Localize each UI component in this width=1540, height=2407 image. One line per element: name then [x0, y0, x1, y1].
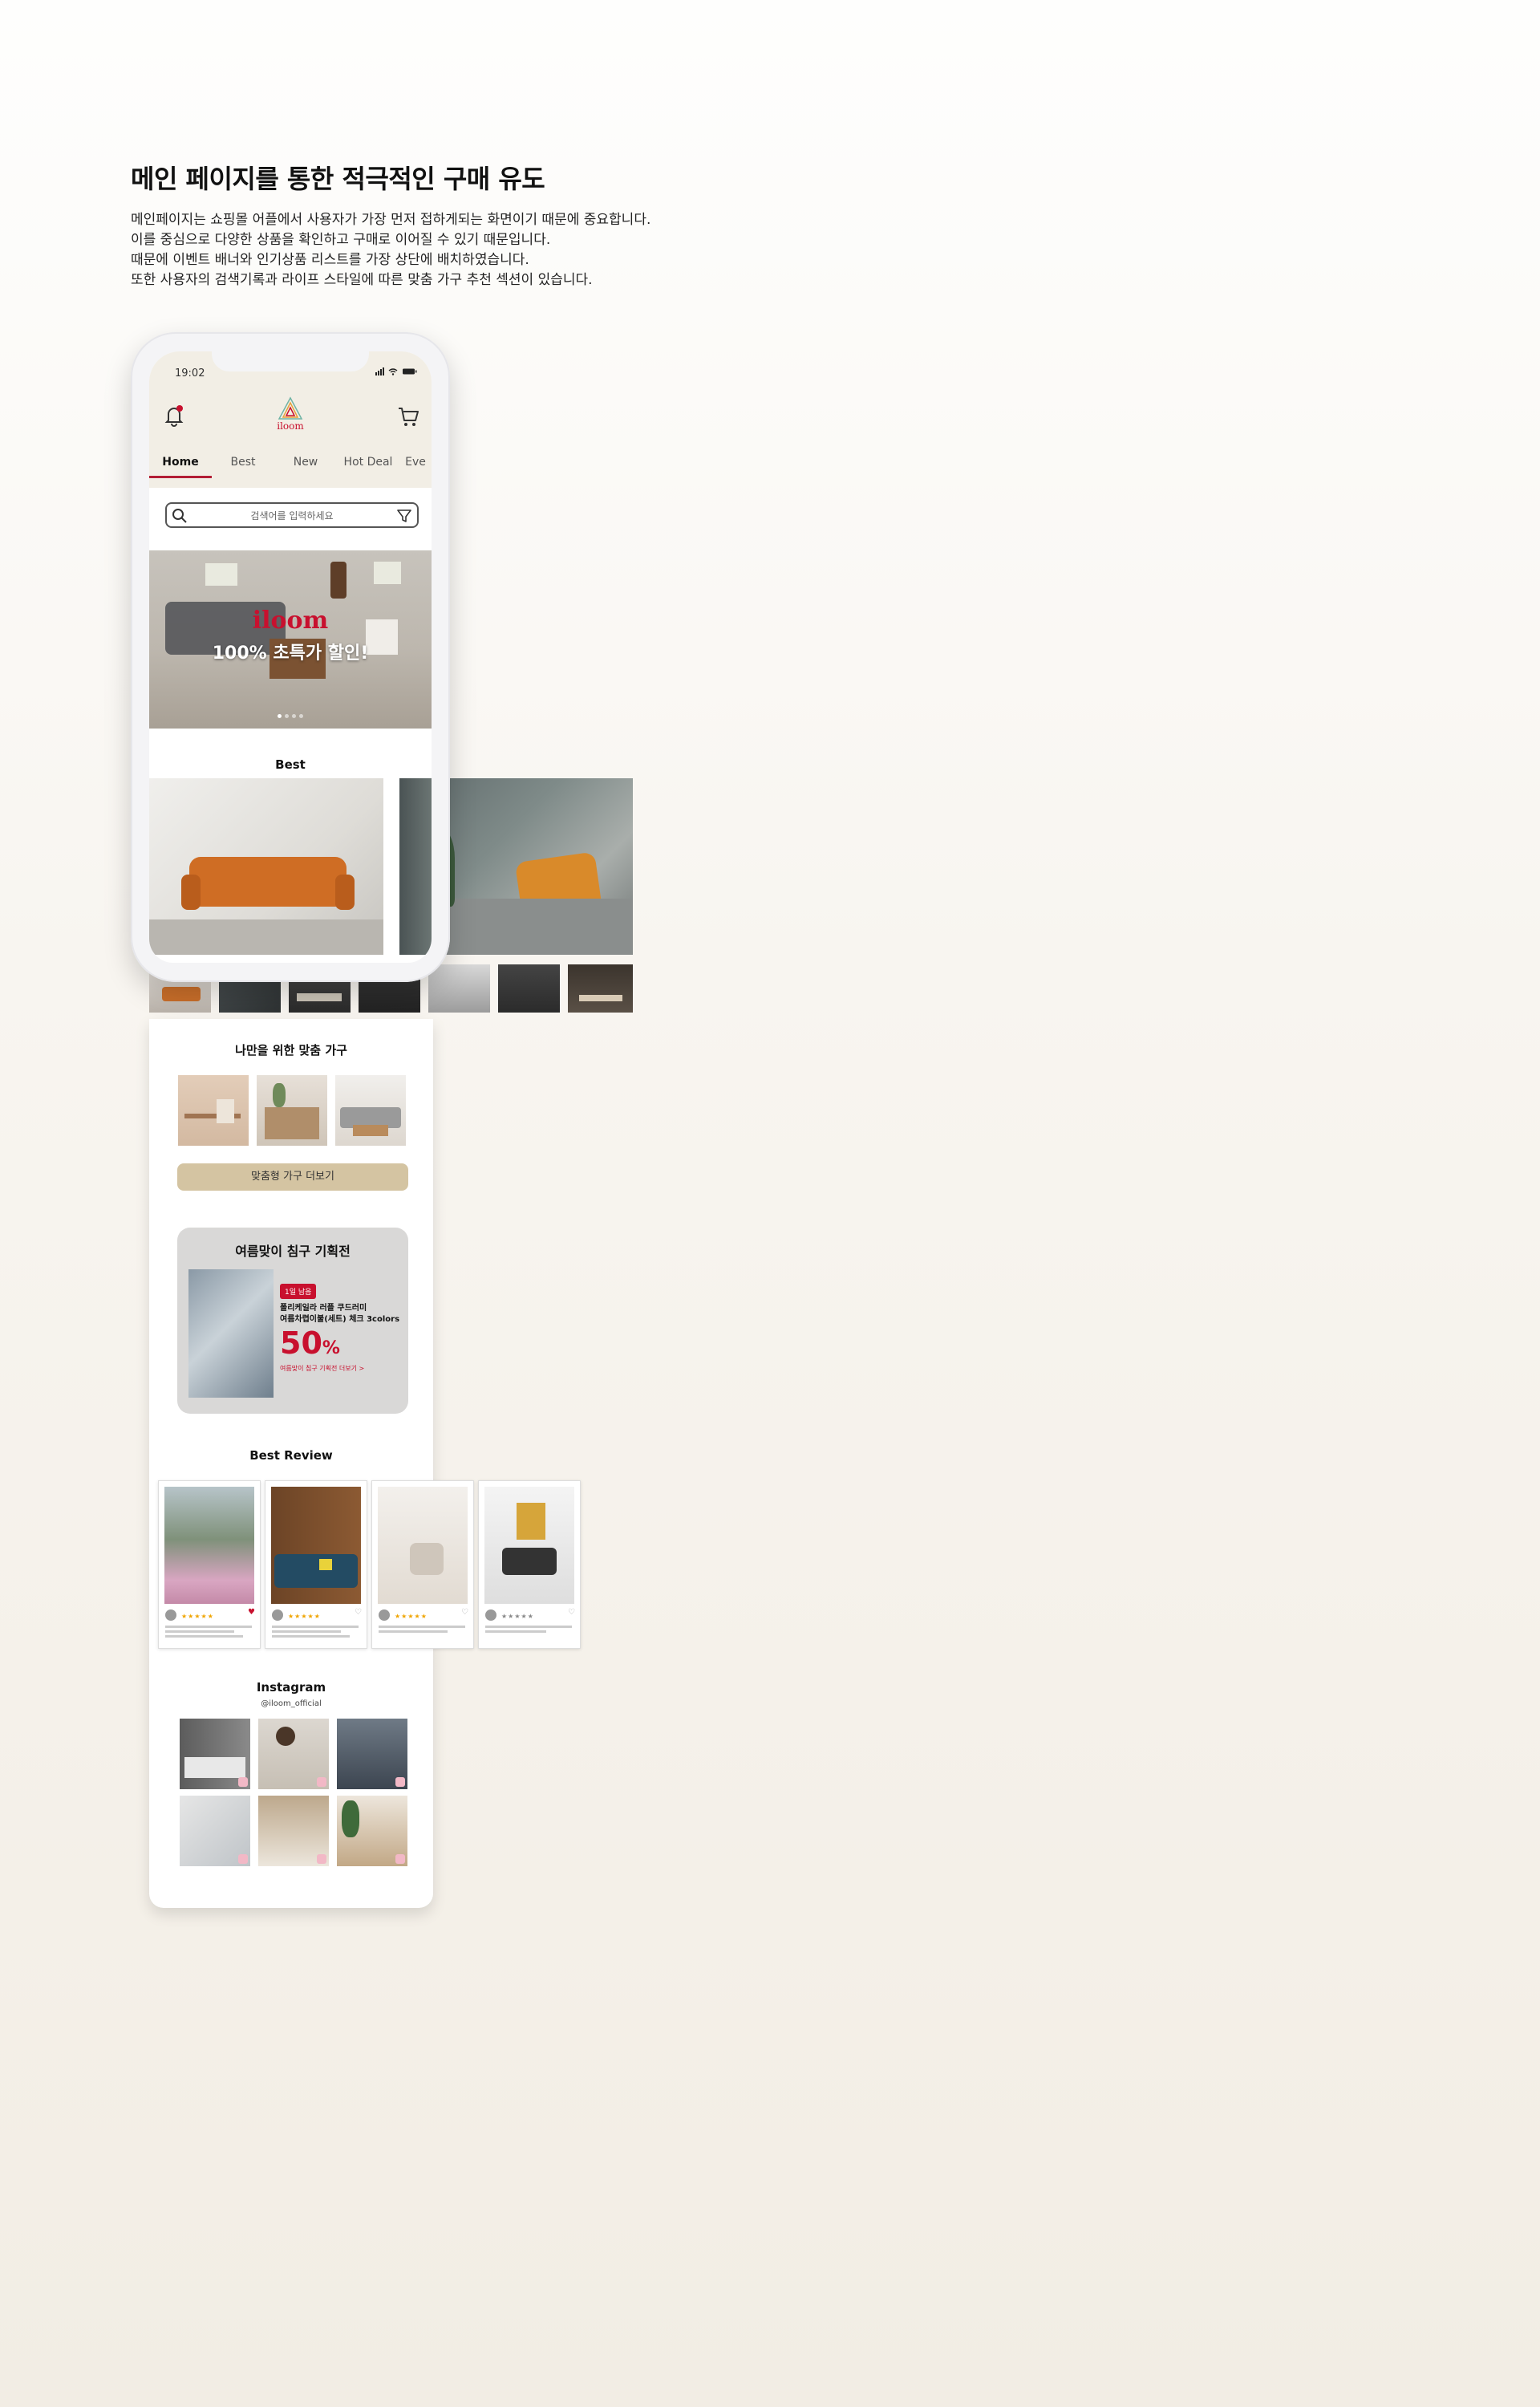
best-thumbnail[interactable] [428, 964, 490, 1013]
avatar [379, 1609, 390, 1621]
event-banner[interactable]: iloom 100% 초특가 할인! [149, 550, 432, 729]
custom-section-title: 나만을 위한 맞춤 가구 [235, 1043, 347, 1057]
tab-home[interactable]: Home [149, 449, 212, 478]
custom-more-button[interactable]: 맞춤형 가구 더보기 [177, 1163, 408, 1191]
review-text [272, 1626, 359, 1640]
banner-logo: iloom [252, 607, 329, 635]
avatar [485, 1609, 496, 1621]
category-tabs: Home Best New Hot Deal Eve [149, 449, 432, 478]
review-card[interactable]: ★★★★★ ♡ [371, 1480, 474, 1649]
promo-days-left-badge: 1일 남음 [280, 1284, 317, 1299]
review-card[interactable]: ★★★★★ ♡ [478, 1480, 581, 1649]
app-header: 19:02 iloom Home Best New Hot Deal Eve [149, 351, 432, 488]
best-product-image[interactable] [149, 778, 383, 955]
intro-description: 메인페이지는 쇼핑몰 어플에서 사용자가 가장 먼저 접하게되는 화면이기 때문… [131, 210, 650, 290]
heart-icon[interactable]: ♡ [461, 1608, 468, 1617]
page-heading: 메인 페이지를 통한 적극적인 구매 유도 [131, 164, 545, 194]
brand-name: iloom [277, 420, 304, 432]
instagram-post[interactable] [258, 1719, 329, 1789]
search-bar[interactable]: 검색어를 입력하세요 [165, 502, 419, 528]
tab-new[interactable]: New [274, 449, 337, 478]
best-thumbnail[interactable] [568, 964, 633, 1013]
custom-item-image[interactable] [335, 1075, 406, 1146]
promo-image [188, 1269, 274, 1398]
review-image [378, 1487, 468, 1604]
phone-notch [212, 351, 369, 371]
bedding-promo-card[interactable]: 여름맞이 침구 기획전 1일 남음 폴리케일라 러플 쿠드러미 여름차렵이불(세… [177, 1228, 408, 1414]
promo-more-link[interactable]: 여름맞이 침구 기획전 더보기 > [280, 1364, 364, 1373]
rating-stars: ★★★★★ [288, 1613, 321, 1620]
brand-logo[interactable]: iloom [274, 396, 306, 436]
promo-discount: 50% [280, 1325, 340, 1361]
rating-stars: ★★★★★ [395, 1613, 428, 1620]
rating-stars: ★★★★★ [181, 1613, 214, 1620]
review-section-title: Best Review [249, 1448, 333, 1463]
status-bar-icons [375, 367, 417, 375]
instagram-post[interactable] [337, 1796, 407, 1866]
logo-mark [278, 396, 303, 420]
instagram-icon [317, 1854, 326, 1864]
promo-product-name: 폴리케일라 러플 쿠드러미 여름차렵이불(세트) 체크 3colors [280, 1303, 405, 1325]
promo-product-line-2: 여름차렵이불(세트) 체크 3colors [280, 1315, 400, 1324]
instagram-post[interactable] [180, 1796, 250, 1866]
intro-line-4: 또한 사용자의 검색기록과 라이프 스타일에 따른 맞춤 가구 추천 섹션이 있… [131, 272, 593, 288]
rating-stars: ★★★★★ [501, 1613, 534, 1620]
promo-product-line-1: 폴리케일라 러플 쿠드러미 [280, 1304, 367, 1313]
best-section-title: Best [275, 757, 306, 772]
instagram-icon [238, 1777, 248, 1787]
review-card[interactable]: ★★★★★ ♡ [265, 1480, 367, 1649]
carousel-dot[interactable] [285, 714, 289, 718]
instagram-icon [238, 1854, 248, 1864]
tab-hot-deal[interactable]: Hot Deal [337, 449, 399, 478]
promo-title: 여름맞이 침구 기획전 [235, 1244, 351, 1259]
best-product-image-2-edge[interactable] [399, 778, 432, 955]
heart-icon[interactable]: ♡ [568, 1608, 575, 1617]
instagram-post[interactable] [337, 1719, 407, 1789]
review-image [271, 1487, 361, 1604]
intro-line-3: 때문에 이벤트 배너와 인기상품 리스트를 가장 상단에 배치하였습니다. [131, 252, 529, 268]
instagram-title: Instagram [256, 1680, 326, 1695]
carousel-dot[interactable] [299, 714, 303, 718]
instagram-icon [317, 1777, 326, 1787]
avatar [272, 1609, 283, 1621]
heart-icon[interactable]: ♡ [355, 1608, 362, 1617]
banner-headline: 100% 초특가 할인! [212, 643, 369, 664]
phone-mockup: 19:02 iloom Home Best New Hot Deal Eve 검… [131, 332, 450, 982]
review-text [379, 1626, 465, 1635]
bell-icon[interactable] [164, 404, 184, 427]
instagram-handle[interactable]: @iloom_official [149, 1699, 433, 1708]
promo-discount-value: 50 [280, 1325, 322, 1361]
search-input[interactable]: 검색어를 입력하세요 [167, 509, 417, 522]
carousel-dot[interactable] [278, 714, 282, 718]
filter-icon[interactable] [396, 508, 412, 524]
intro-line-2: 이를 중심으로 다양한 상품을 확인하고 구매로 이어질 수 있기 때문입니다. [131, 232, 551, 248]
tab-event[interactable]: Eve [399, 449, 432, 478]
tab-best[interactable]: Best [212, 449, 274, 478]
custom-item-image[interactable] [257, 1075, 327, 1146]
carousel-indicator [149, 714, 432, 718]
instagram-icon [395, 1854, 405, 1864]
review-text [165, 1626, 252, 1640]
heart-icon[interactable]: ♥ [248, 1608, 255, 1617]
carousel-dot[interactable] [292, 714, 296, 718]
instagram-post[interactable] [258, 1796, 329, 1866]
avatar [165, 1609, 176, 1621]
review-image [164, 1487, 254, 1604]
intro-line-1: 메인페이지는 쇼핑몰 어플에서 사용자가 가장 먼저 접하게되는 화면이기 때문… [131, 212, 651, 228]
instagram-post[interactable] [180, 1719, 250, 1789]
status-time: 19:02 [175, 367, 205, 380]
cart-icon[interactable] [396, 404, 420, 428]
promo-discount-sign: % [322, 1338, 340, 1358]
custom-item-image[interactable] [178, 1075, 249, 1146]
phone-screen: 19:02 iloom Home Best New Hot Deal Eve 검… [149, 351, 432, 963]
review-card[interactable]: ★★★★★ ♥ [158, 1480, 261, 1649]
status-icons [375, 367, 417, 378]
instagram-icon [395, 1777, 405, 1787]
review-image [484, 1487, 574, 1604]
best-thumbnail[interactable] [498, 964, 560, 1013]
review-text [485, 1626, 572, 1635]
